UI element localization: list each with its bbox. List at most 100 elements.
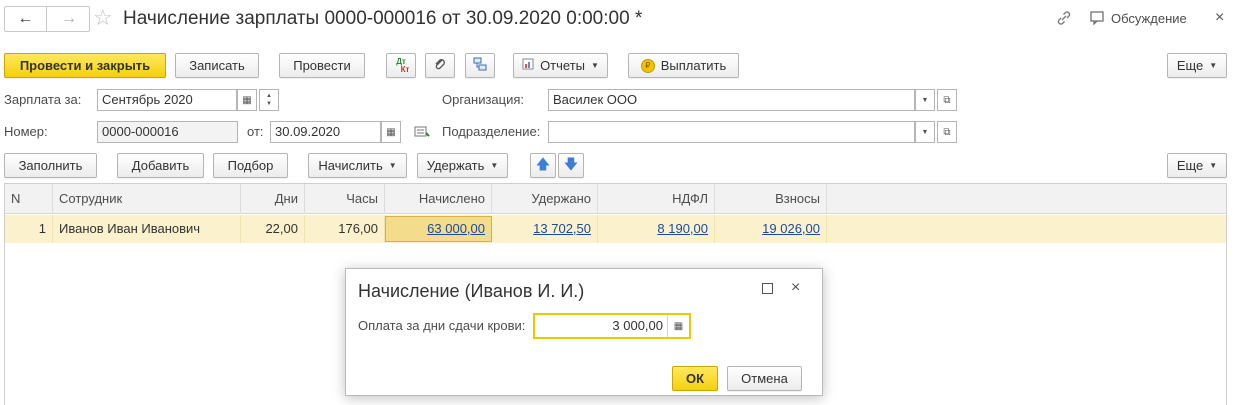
spin-up-icon: ▲ <box>266 93 272 99</box>
calculator-button[interactable]: ▦ <box>667 315 689 337</box>
row-days[interactable]: 22,00 <box>241 215 305 243</box>
calendar-icon: ▦ <box>386 126 396 138</box>
accrual-dialog: Начисление (Иванов И. И.) × Оплата за дн… <box>345 268 823 396</box>
table-row[interactable]: 1 Иванов Иван Иванович 22,00 176,00 63 0… <box>5 215 1226 243</box>
pick-button[interactable]: Подбор <box>213 153 288 178</box>
discussion-button[interactable]: Обсуждение <box>1089 8 1187 28</box>
calculator-icon: ▦ <box>673 320 684 332</box>
calendar-icon: ▦ <box>242 94 252 106</box>
organization-dropdown-button[interactable]: ▼ <box>915 89 935 111</box>
column-header-hours[interactable]: Часы <box>305 184 385 214</box>
discussion-label: Обсуждение <box>1111 10 1187 26</box>
organization-label: Организация: <box>442 92 525 107</box>
salary-for-field[interactable]: Сентябрь 2020 <box>97 89 237 111</box>
link-icon[interactable] <box>1054 8 1074 28</box>
salary-for-label: Зарплата за: <box>4 92 82 107</box>
discussion-icon <box>1089 10 1107 26</box>
pay-button[interactable]: ₽ Выплатить <box>628 53 739 78</box>
attach-button[interactable] <box>425 53 455 78</box>
date-calendar-button[interactable]: ▦ <box>381 121 401 143</box>
fill-button[interactable]: Заполнить <box>4 153 97 178</box>
department-dropdown-button[interactable]: ▼ <box>915 121 935 143</box>
table-header: N Сотрудник Дни Часы Начислено Удержано … <box>5 184 1226 214</box>
row-withheld-link[interactable]: 13 702,50 <box>533 221 591 236</box>
add-button[interactable]: Добавить <box>117 153 204 178</box>
accrue-button[interactable]: Начислить ▼ <box>308 153 407 178</box>
move-up-button[interactable]: 🡅 <box>530 153 556 178</box>
chevron-down-icon: ▼ <box>1209 61 1218 70</box>
dialog-close-icon[interactable]: × <box>791 278 800 298</box>
row-accrued-cell[interactable]: 63 000,00 <box>385 216 492 242</box>
row-employee[interactable]: Иванов Иван Иванович <box>53 215 241 243</box>
reports-button[interactable]: Отчеты ▼ <box>513 53 608 78</box>
reports-label: Отчеты <box>540 58 585 73</box>
column-header-ndfl[interactable]: НДФЛ <box>598 184 715 214</box>
window-title: Начисление зарплаты 0000-000016 от 30.09… <box>123 8 643 29</box>
row-hours[interactable]: 176,00 <box>305 215 385 243</box>
row-accrued-link[interactable]: 63 000,00 <box>427 221 485 236</box>
department-label: Подразделение: <box>442 124 541 139</box>
chevron-down-icon: ▼ <box>921 128 929 136</box>
coin-icon: ₽ <box>640 58 655 73</box>
calendar-button[interactable]: ▦ <box>237 89 257 111</box>
report-icon <box>522 58 534 73</box>
move-down-button[interactable]: 🡇 <box>558 153 584 178</box>
save-button[interactable]: Записать <box>175 53 259 78</box>
chevron-down-icon: ▼ <box>591 61 599 70</box>
department-field[interactable] <box>548 121 915 143</box>
table-more-label: Еще <box>1176 158 1204 173</box>
structure-button[interactable] <box>465 53 495 78</box>
arrow-down-icon: 🡇 <box>563 155 579 172</box>
column-header-days[interactable]: Дни <box>241 184 305 214</box>
blood-donation-label: Оплата за дни сдачи крови: <box>358 318 526 333</box>
open-icon: ⧉ <box>943 94 951 106</box>
comment-icon[interactable] <box>414 124 430 140</box>
number-field[interactable]: 0000-000016 <box>97 121 238 143</box>
structure-icon <box>472 56 488 75</box>
cancel-button[interactable]: Отмена <box>727 366 802 391</box>
organization-field[interactable]: Василек ООО <box>548 89 915 111</box>
date-label: от: <box>247 124 264 139</box>
row-contributions-link[interactable]: 19 026,00 <box>762 221 820 236</box>
column-header-contributions[interactable]: Взносы <box>715 184 827 214</box>
department-open-button[interactable]: ⧉ <box>937 121 957 143</box>
more-label: Еще <box>1176 58 1204 73</box>
kt-label: Кт <box>400 64 410 74</box>
forward-button[interactable]: → <box>48 7 90 31</box>
column-header-accrued[interactable]: Начислено <box>385 184 492 214</box>
row-withheld-cell[interactable]: 13 702,50 <box>492 215 598 243</box>
close-icon[interactable]: × <box>1215 8 1224 28</box>
chevron-down-icon: ▼ <box>921 96 929 104</box>
post-and-close-button[interactable]: Провести и закрыть <box>4 53 166 78</box>
chevron-down-icon: ▼ <box>388 161 397 170</box>
open-icon: ⧉ <box>943 126 951 138</box>
row-contributions-cell[interactable]: 19 026,00 <box>715 215 827 243</box>
organization-open-button[interactable]: ⧉ <box>937 89 957 111</box>
row-ndfl-cell[interactable]: 8 190,00 <box>598 215 715 243</box>
month-spinner[interactable]: ▲ ▼ <box>259 89 279 111</box>
dt-kt-button[interactable]: Дт Кт <box>386 53 416 78</box>
back-button[interactable]: ← <box>5 7 47 31</box>
date-field[interactable]: 30.09.2020 <box>270 121 381 143</box>
more-button[interactable]: Еще ▼ <box>1167 53 1227 78</box>
column-header-withheld[interactable]: Удержано <box>492 184 598 214</box>
arrow-up-icon: 🡅 <box>535 155 551 172</box>
ok-button[interactable]: ОК <box>672 366 718 391</box>
dialog-title: Начисление (Иванов И. И.) <box>358 281 585 301</box>
chevron-down-icon: ▼ <box>1209 161 1218 170</box>
post-and-close-label: Провести и закрыть <box>19 58 151 73</box>
maximize-icon[interactable] <box>762 283 773 294</box>
save-label: Записать <box>189 58 245 73</box>
row-ndfl-link[interactable]: 8 190,00 <box>657 221 708 236</box>
favorite-star-icon[interactable]: ☆ <box>93 5 113 31</box>
withhold-label: Удержать <box>426 158 485 173</box>
column-header-n[interactable]: N <box>5 184 53 214</box>
withhold-button[interactable]: Удержать ▼ <box>417 153 508 178</box>
cancel-label: Отмена <box>741 371 788 386</box>
blood-donation-input[interactable]: 3 000,00 ▦ <box>533 313 691 339</box>
post-button[interactable]: Провести <box>279 53 365 78</box>
pay-label: Выплатить <box>660 58 727 73</box>
table-more-button[interactable]: Еще ▼ <box>1167 153 1227 178</box>
blood-donation-value: 3 000,00 <box>612 318 663 333</box>
column-header-employee[interactable]: Сотрудник <box>53 184 241 214</box>
